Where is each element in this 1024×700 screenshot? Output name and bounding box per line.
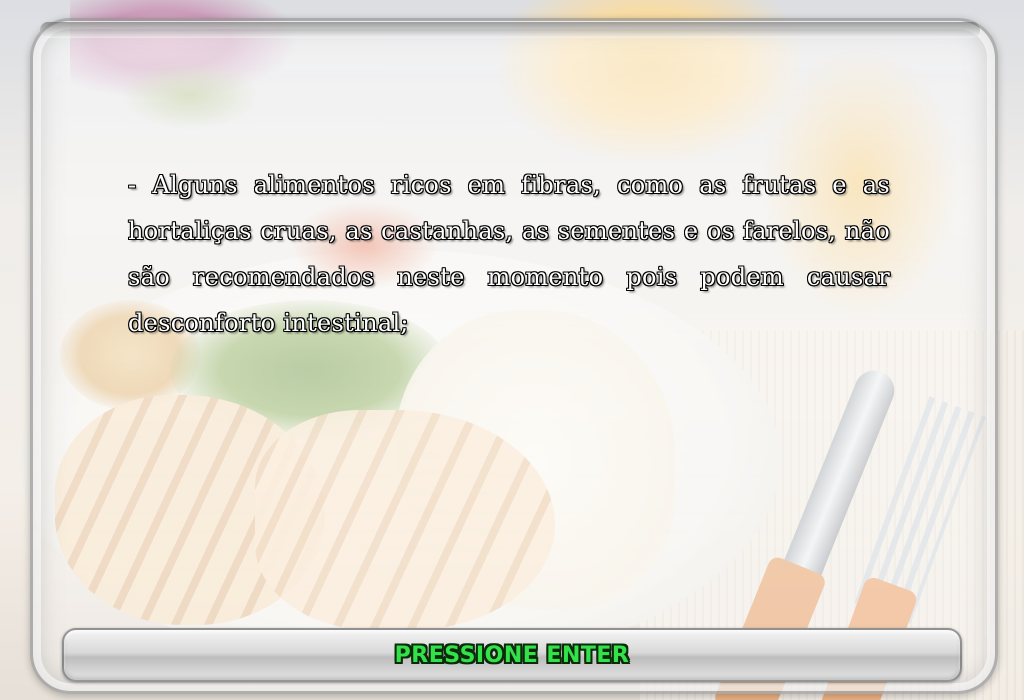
panel-top-bar (40, 22, 980, 38)
dialog-message-text: - Alguns alimentos ricos em fibras, como… (128, 171, 890, 337)
press-enter-label: PRESSIONE ENTER (394, 642, 630, 668)
press-enter-button[interactable]: PRESSIONE ENTER (62, 628, 962, 682)
glass-message-panel (30, 18, 998, 694)
